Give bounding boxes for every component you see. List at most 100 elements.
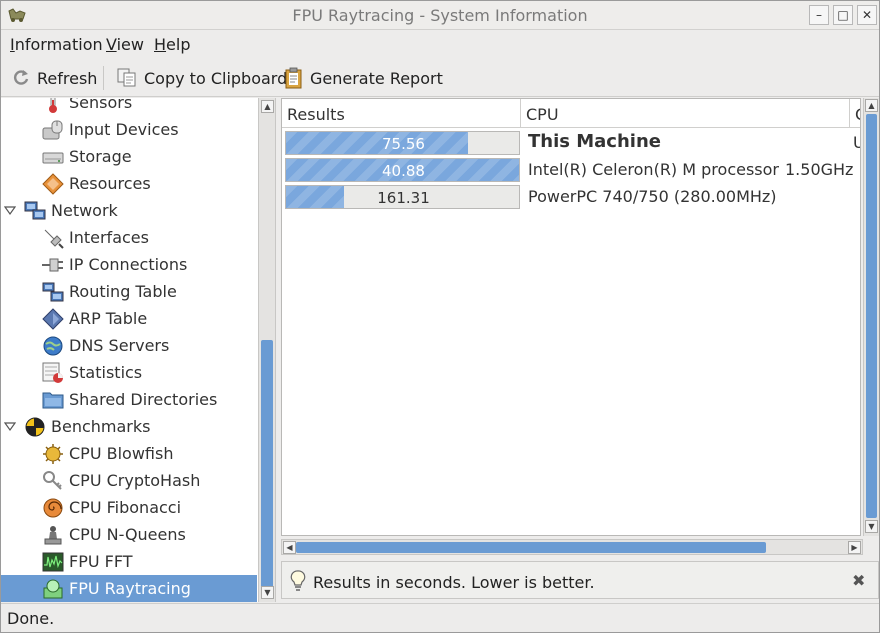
sidebar-item-storage[interactable]: Storage [1, 143, 257, 170]
scroll-down-icon[interactable]: ▼ [261, 586, 274, 599]
window-title: FPU Raytracing - System Information [292, 6, 588, 25]
sidebar-item-fpu-fft[interactable]: FPU FFT [1, 548, 257, 575]
refresh-label: Refresh [37, 68, 98, 88]
sidebar-item-cpu-fibonacci[interactable]: CPU Fibonacci [1, 494, 257, 521]
sidebar-item-label: Benchmarks [51, 417, 151, 436]
sidebar-item-label: DNS Servers [69, 336, 170, 355]
menu-help[interactable]: Help [154, 35, 190, 54]
benchmarks-icon [25, 417, 45, 436]
column-header-results[interactable]: Results [282, 99, 521, 128]
n-queens-icon [44, 525, 62, 544]
sidebar-group-benchmarks[interactable]: Benchmarks [1, 413, 257, 440]
copy-to-clipboard-button[interactable]: Copy to Clipboard [117, 66, 287, 90]
menu-information[interactable]: Information [10, 35, 103, 54]
sidebar-item-label: Network [51, 201, 118, 220]
scroll-right-icon[interactable]: ▶ [848, 541, 861, 554]
status-bar: Done. [1, 603, 879, 632]
cryptohash-icon [43, 470, 62, 490]
network-icon [24, 201, 46, 219]
menu-help-mnemonic: H [154, 35, 167, 54]
scroll-up-icon[interactable]: ▲ [261, 100, 274, 113]
sidebar-item-arp-table[interactable]: ARP Table [1, 305, 257, 332]
thermometer-icon [49, 98, 57, 113]
sidebar-item-shared-directories[interactable]: Shared Directories [1, 386, 257, 413]
result-bar: 40.88 [285, 158, 520, 182]
title-bar[interactable]: FPU Raytracing - System Information – □ … [1, 1, 879, 30]
table-row[interactable]: 40.88 Intel(R) Celeron(R) M processor 1.… [282, 156, 860, 183]
routing-table-icon [42, 282, 64, 301]
scroll-up-icon[interactable]: ▲ [865, 99, 878, 112]
sidebar-item-label: Shared Directories [69, 390, 218, 409]
results-horizontal-scrollbar[interactable]: ◀ ▶ [281, 539, 863, 555]
sidebar-item-resources[interactable]: Resources [1, 170, 257, 197]
scroll-left-icon[interactable]: ◀ [283, 541, 296, 554]
sidebar-item-routing-table[interactable]: Routing Table [1, 278, 257, 305]
column-header-cpu[interactable]: CPU [521, 99, 850, 128]
sidebar-item-ip-connections[interactable]: IP Connections [1, 251, 257, 278]
sidebar-item-interfaces[interactable]: Interfaces [1, 224, 257, 251]
raytracing-icon [43, 579, 63, 598]
sidebar-tree[interactable]: Sensors Input Devices Storage Resources … [1, 98, 259, 602]
refresh-button[interactable]: Refresh [11, 66, 97, 90]
info-bar: Results in seconds. Lower is better. ✖ [281, 561, 879, 599]
sidebar-item-cpu-blowfish[interactable]: CPU Blowfish [1, 440, 257, 467]
input-devices-icon [42, 120, 63, 139]
refresh-icon [14, 70, 29, 85]
maximize-button[interactable]: □ [833, 5, 853, 25]
sidebar-item-label: Statistics [69, 363, 143, 382]
minimize-button[interactable]: – [809, 5, 829, 25]
app-window: FPU Raytracing - System Information – □ … [0, 0, 880, 633]
cpu-name: This Machine [528, 131, 661, 152]
results-vertical-scroll-thumb[interactable] [866, 114, 877, 518]
result-value: 161.31 [377, 189, 430, 207]
sidebar-item-input-devices[interactable]: Input Devices [1, 116, 257, 143]
copy-label: Copy to Clipboard [144, 68, 288, 88]
close-icon[interactable]: ✖ [852, 571, 865, 590]
menu-view-mnemonic: V [106, 35, 117, 54]
blowfish-icon [43, 443, 63, 464]
close-button[interactable]: ✕ [857, 5, 877, 25]
sidebar-group-network[interactable]: Network [1, 197, 257, 224]
sidebar-scrollbar[interactable]: ▲ ▼ [259, 98, 276, 602]
menu-bar: Information View Help [1, 30, 879, 58]
results-table[interactable]: Results CPU C 75.56 This Machine U 40.88… [281, 98, 861, 536]
sidebar-item-dns-servers[interactable]: DNS Servers [1, 332, 257, 359]
results-vertical-scrollbar[interactable]: ▲ ▼ [863, 98, 879, 536]
sidebar-item-label: Storage [69, 147, 132, 166]
sidebar-item-cpu-cryptohash[interactable]: CPU CryptoHash [1, 467, 257, 494]
interfaces-icon [44, 229, 64, 249]
results-horizontal-scroll-thumb[interactable] [296, 542, 766, 553]
menu-information-label: nformation [14, 35, 103, 54]
table-row[interactable]: 75.56 This Machine U [282, 129, 860, 156]
sidebar-item-fpu-raytracing[interactable]: FPU Raytracing [1, 575, 257, 602]
sidebar-item-label: IP Connections [69, 255, 188, 274]
sidebar-item-label: Input Devices [69, 120, 179, 139]
cpu-name: PowerPC 740/750 (280.00MHz) [528, 187, 777, 206]
fibonacci-icon [43, 498, 63, 517]
sidebar-item-label: Routing Table [69, 282, 177, 301]
sidebar-scroll-thumb[interactable] [261, 340, 273, 588]
report-icon [285, 67, 302, 89]
expand-triangle-icon[interactable] [4, 421, 16, 433]
sidebar-item-statistics[interactable]: Statistics [1, 359, 257, 386]
statistics-icon [42, 362, 63, 383]
table-row[interactable]: 161.31 PowerPC 740/750 (280.00MHz) [282, 183, 860, 210]
shared-directories-icon [42, 392, 64, 408]
sidebar-item-cpu-n-queens[interactable]: CPU N-Queens [1, 521, 257, 548]
generate-report-button[interactable]: Generate Report [284, 66, 443, 90]
sidebar-item-label: CPU N-Queens [69, 525, 186, 544]
scroll-down-icon[interactable]: ▼ [865, 520, 878, 533]
copy-icon [117, 68, 136, 87]
sidebar-item-label: CPU Fibonacci [69, 498, 182, 517]
sidebar-item-sensors[interactable]: Sensors [1, 98, 257, 116]
column-header-clock[interactable]: C [850, 99, 860, 128]
cpu-name: Intel(R) Celeron(R) M processor [528, 160, 779, 179]
lightbulb-icon [290, 570, 306, 591]
expand-triangle-icon[interactable] [4, 205, 16, 217]
menu-view[interactable]: View [106, 35, 144, 54]
result-bar: 75.56 [285, 131, 520, 155]
sidebar-item-label: Resources [69, 174, 151, 193]
resources-icon [42, 172, 64, 195]
menu-view-label: iew [116, 35, 144, 54]
sidebar-item-label: FPU Raytracing [69, 579, 191, 598]
